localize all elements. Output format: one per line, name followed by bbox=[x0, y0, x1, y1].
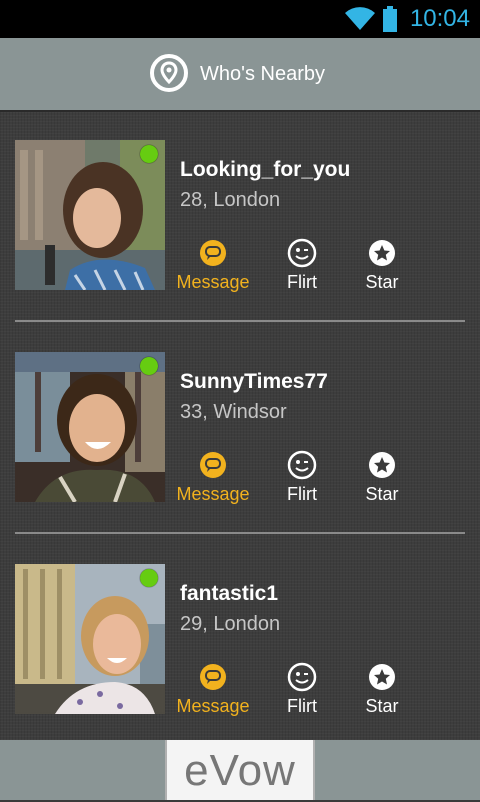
star-icon bbox=[369, 664, 395, 690]
star-label: Star bbox=[365, 484, 399, 504]
flirt-label: Flirt bbox=[287, 272, 317, 292]
message-label: Message bbox=[176, 696, 250, 716]
footer-bar: eVow bbox=[0, 740, 480, 800]
logo-text: eVow bbox=[184, 746, 296, 795]
username[interactable]: Looking_for_you bbox=[180, 158, 350, 182]
page-title: Who's Nearby bbox=[200, 63, 325, 85]
star-button[interactable]: Star bbox=[362, 450, 402, 505]
evow-logo[interactable]: eVow bbox=[165, 740, 315, 800]
message-label: Message bbox=[176, 484, 250, 504]
profile-card[interactable]: Looking_for_you 28, London Message Flirt bbox=[0, 112, 480, 324]
flirt-button[interactable]: Flirt bbox=[282, 450, 322, 505]
message-button[interactable]: Message bbox=[176, 238, 250, 293]
age-location: 29, London bbox=[180, 613, 281, 635]
flirt-label: Flirt bbox=[287, 696, 317, 716]
age-location: 28, London bbox=[180, 189, 281, 211]
username[interactable]: fantastic1 bbox=[180, 582, 278, 606]
message-icon bbox=[200, 240, 226, 266]
online-indicator bbox=[140, 569, 158, 587]
profile-photo[interactable] bbox=[15, 564, 165, 714]
status-bar: 10:04 bbox=[0, 0, 480, 38]
message-icon bbox=[200, 452, 226, 478]
star-button[interactable]: Star bbox=[362, 238, 402, 293]
message-button[interactable]: Message bbox=[176, 662, 250, 717]
wink-icon bbox=[287, 238, 317, 268]
wink-icon bbox=[287, 662, 317, 692]
message-label: Message bbox=[176, 272, 250, 292]
wink-icon bbox=[287, 450, 317, 480]
age-location: 33, Windsor bbox=[180, 401, 287, 423]
divider bbox=[15, 320, 465, 322]
wifi-icon bbox=[345, 7, 375, 30]
divider bbox=[15, 532, 465, 534]
profile-photo[interactable] bbox=[15, 352, 165, 502]
star-button[interactable]: Star bbox=[362, 662, 402, 717]
profile-card[interactable]: fantastic1 29, London Message Flirt Star bbox=[0, 536, 480, 748]
profile-photo[interactable] bbox=[15, 140, 165, 290]
star-icon bbox=[369, 240, 395, 266]
username[interactable]: SunnyTimes77 bbox=[180, 370, 328, 394]
profile-card[interactable]: SunnyTimes77 33, Windsor Message Flirt S… bbox=[0, 324, 480, 536]
location-pin-icon bbox=[150, 54, 188, 92]
flirt-button[interactable]: Flirt bbox=[282, 662, 322, 717]
online-indicator bbox=[140, 145, 158, 163]
profile-list[interactable]: Looking_for_you 28, London Message Flirt bbox=[0, 112, 480, 740]
message-icon bbox=[200, 664, 226, 690]
message-button[interactable]: Message bbox=[176, 450, 250, 505]
clock: 10:04 bbox=[409, 5, 470, 32]
flirt-button[interactable]: Flirt bbox=[282, 238, 322, 293]
header-bar: Who's Nearby bbox=[0, 38, 480, 112]
star-label: Star bbox=[365, 272, 399, 292]
flirt-label: Flirt bbox=[287, 484, 317, 504]
star-label: Star bbox=[365, 696, 399, 716]
online-indicator bbox=[140, 357, 158, 375]
battery-icon bbox=[383, 6, 397, 32]
star-icon bbox=[369, 452, 395, 478]
